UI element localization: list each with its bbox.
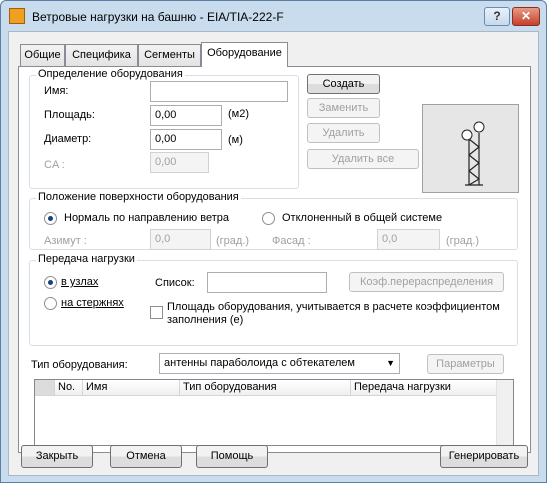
delete-all-button[interactable]: Удалить все <box>307 149 419 169</box>
transfer-legend: Передача нагрузки <box>36 253 137 265</box>
generate-button[interactable]: Генерировать <box>440 445 528 468</box>
column-equipment-type[interactable]: Тип оборудования <box>180 380 351 396</box>
column-no[interactable]: No. <box>55 380 83 396</box>
table-corner <box>35 380 55 396</box>
cancel-button[interactable]: Отмена <box>110 445 182 468</box>
window-title: Ветровые нагрузки на башню - EIA/TIA-222… <box>32 10 284 24</box>
equipment-type-select[interactable]: антенны параболоида с обтекателем ▼ <box>159 353 400 374</box>
deflected-label: Отклоненный в общей системе <box>282 212 443 224</box>
tab-specifics[interactable]: Специфика <box>65 44 138 66</box>
equipment-table[interactable]: No. Имя Тип оборудования Передача нагруз… <box>34 379 514 446</box>
equipment-type-label: Тип оборудования: <box>31 359 128 371</box>
area-fill-checkbox[interactable] <box>150 306 163 319</box>
facade-input[interactable]: 0,0 <box>377 229 440 250</box>
ca-label: CA : <box>44 159 65 171</box>
dialog-client: Общие Специфика Сегменты Оборудование Оп… <box>8 31 539 476</box>
facade-label: Фасад : <box>272 235 311 247</box>
create-button[interactable]: Создать <box>307 74 380 94</box>
equipment-preview <box>422 104 519 193</box>
diameter-label: Диаметр: <box>44 133 92 145</box>
replace-button[interactable]: Заменить <box>307 98 380 118</box>
list-label: Список: <box>155 277 195 289</box>
equipment-type-value: антенны параболоида с обтекателем <box>164 357 355 369</box>
column-load-transfer[interactable]: Передача нагрузки <box>351 380 497 396</box>
app-icon <box>9 8 25 24</box>
close-window-button[interactable]: ✕ <box>512 7 540 26</box>
diameter-unit: (м) <box>228 134 243 146</box>
normal-radio[interactable] <box>44 212 57 225</box>
tab-general[interactable]: Общие <box>20 44 65 66</box>
on-bars-label: на стержнях <box>61 297 124 309</box>
diameter-input[interactable]: 0,00 <box>150 129 222 150</box>
column-name[interactable]: Имя <box>83 380 180 396</box>
title-bar: Ветровые нагрузки на башню - EIA/TIA-222… <box>1 1 546 31</box>
list-input[interactable] <box>207 272 327 293</box>
dialog-window: Ветровые нагрузки на башню - EIA/TIA-222… <box>0 0 547 483</box>
table-scrollbar[interactable] <box>496 380 513 445</box>
normal-label: Нормаль по направлению ветра <box>64 212 229 224</box>
parameters-button[interactable]: Параметры <box>427 354 504 374</box>
surface-legend: Положение поверхности оборудования <box>36 191 241 203</box>
help-footer-button[interactable]: Помощь <box>196 445 268 468</box>
equipment-panel: Определение оборудования Имя: Площадь: 0… <box>18 66 531 453</box>
name-input[interactable] <box>150 81 288 102</box>
area-unit: (м2) <box>228 108 250 120</box>
on-bars-radio[interactable] <box>44 297 57 310</box>
area-input[interactable]: 0,00 <box>150 105 222 126</box>
in-nodes-radio[interactable] <box>44 276 57 289</box>
redistribution-button[interactable]: Коэф.перераспределения <box>349 272 504 292</box>
facade-unit: (град.) <box>446 235 480 247</box>
area-fill-label: Площадь оборудования, учитывается в расч… <box>167 301 500 326</box>
ca-input[interactable]: 0,00 <box>150 152 209 173</box>
azimuth-input[interactable]: 0,0 <box>150 229 211 250</box>
area-label: Площадь: <box>44 109 95 121</box>
tower-preview-icon <box>461 121 485 186</box>
tab-segments[interactable]: Сегменты <box>138 44 201 66</box>
azimuth-label: Азимут : <box>44 235 87 247</box>
help-button[interactable]: ? <box>484 7 510 26</box>
name-label: Имя: <box>44 85 69 97</box>
tab-equipment[interactable]: Оборудование <box>201 42 288 67</box>
in-nodes-label: в узлах <box>61 276 99 288</box>
delete-button[interactable]: Удалить <box>307 123 380 143</box>
definition-legend: Определение оборудования <box>36 68 185 80</box>
close-button[interactable]: Закрыть <box>21 445 93 468</box>
chevron-down-icon: ▼ <box>386 358 395 368</box>
deflected-radio[interactable] <box>262 212 275 225</box>
azimuth-unit: (град.) <box>216 235 250 247</box>
